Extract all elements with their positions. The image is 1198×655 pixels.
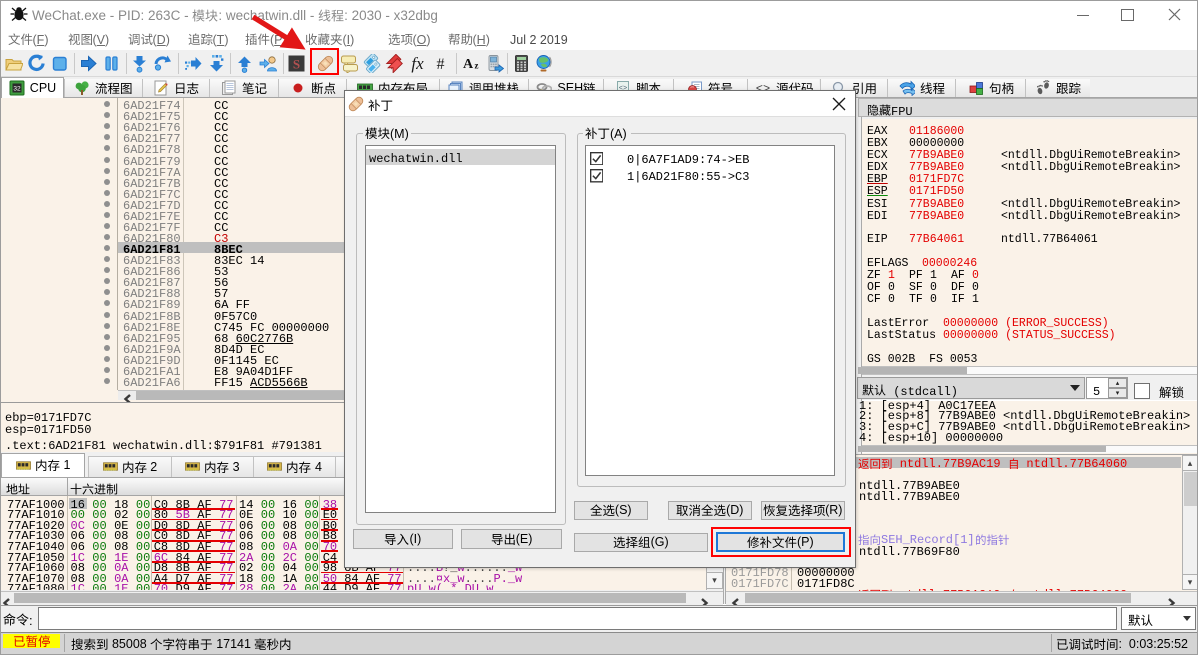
svg-text:32: 32: [13, 85, 21, 92]
svg-text:z: z: [475, 61, 479, 71]
svg-text:A: A: [463, 57, 474, 72]
svg-text:#: #: [436, 56, 444, 73]
svg-text:fx: fx: [411, 54, 424, 73]
